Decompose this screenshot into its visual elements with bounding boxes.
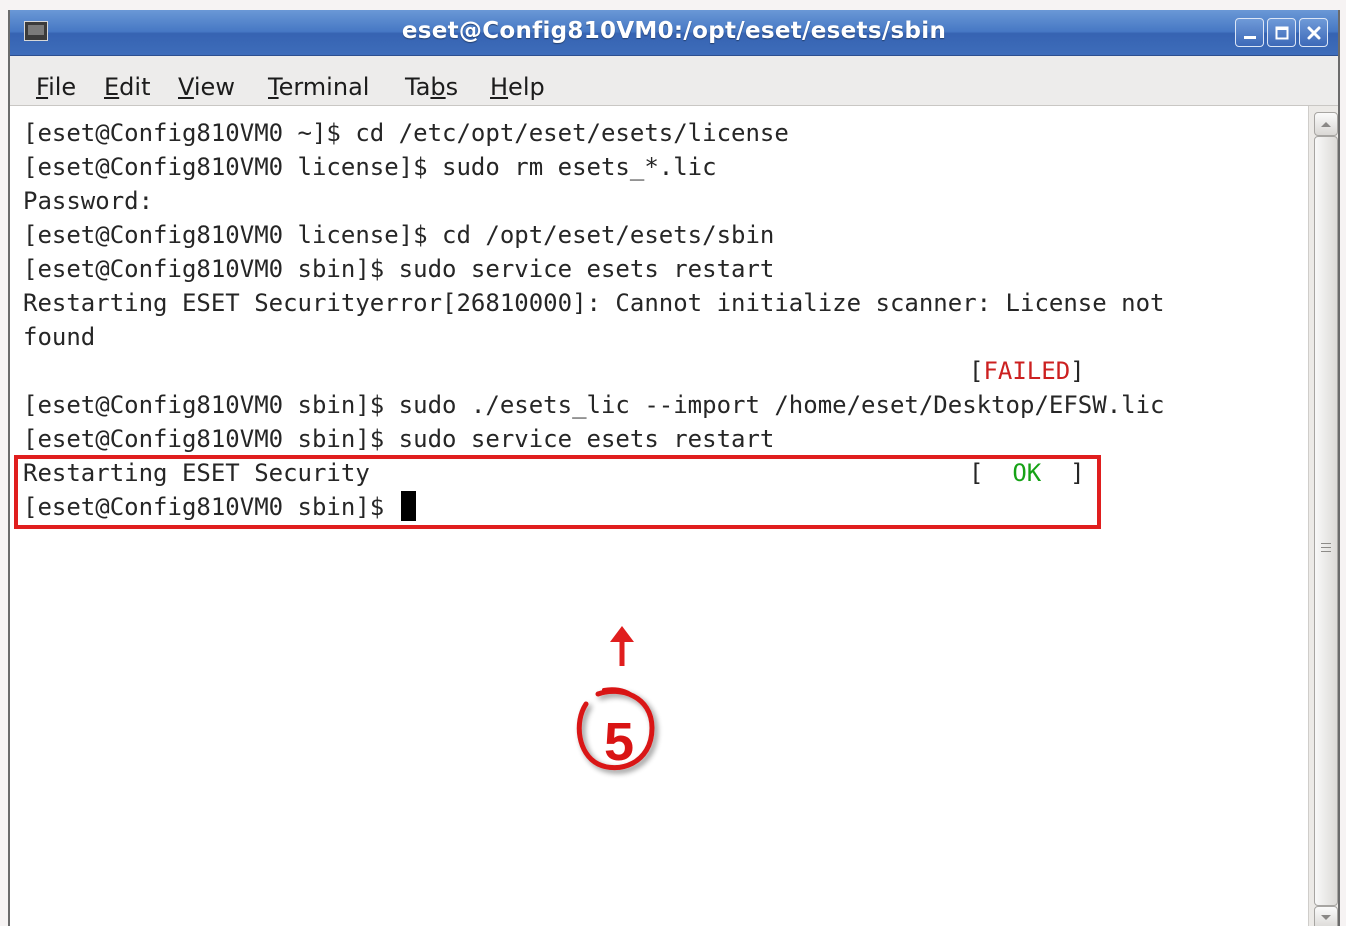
minimize-button[interactable] xyxy=(1235,18,1264,47)
terminal-line: [eset@Config810VM0 sbin]$ sudo service e… xyxy=(23,255,775,283)
scroll-up-button[interactable] xyxy=(1314,112,1338,136)
arrow-up-icon xyxy=(1321,122,1331,127)
menu-tabs[interactable]: Tabs xyxy=(405,72,458,102)
terminal-line: [eset@Config810VM0 license]$ cd /opt/ese… xyxy=(23,221,775,249)
terminal-prompt: [eset@Config810VM0 sbin]$ xyxy=(23,493,399,521)
status-ok-text: OK xyxy=(1012,459,1042,487)
status-bracket-open: [ xyxy=(969,459,1013,487)
grip-line xyxy=(1321,547,1331,548)
status-bracket-open: [ xyxy=(969,357,984,385)
maximize-button[interactable] xyxy=(1267,18,1296,47)
terminal-line: [eset@Config810VM0 ~]$ cd /etc/opt/eset/… xyxy=(23,119,789,147)
status-failed: [FAILED] xyxy=(969,354,1085,388)
terminal-line: Password: xyxy=(23,187,154,215)
step-arrow-icon xyxy=(576,626,655,771)
status-failed-text: FAILED xyxy=(983,357,1071,385)
close-icon xyxy=(1307,26,1320,39)
step-number: 5 xyxy=(603,712,635,772)
window-controls xyxy=(1235,18,1328,47)
vertical-scrollbar[interactable] xyxy=(1308,106,1338,926)
close-button[interactable] xyxy=(1299,18,1328,47)
terminal-line: [eset@Config810VM0 license]$ sudo rm ese… xyxy=(23,153,717,181)
scroll-down-button[interactable] xyxy=(1314,906,1338,926)
text-cursor xyxy=(400,491,416,521)
terminal-line: Restarting ESET Security xyxy=(23,459,370,487)
grip-line xyxy=(1321,551,1331,552)
minimize-icon xyxy=(1243,35,1256,39)
status-bracket-close: ] xyxy=(1041,459,1085,487)
menu-file[interactable]: File xyxy=(36,72,76,102)
terminal-line: [eset@Config810VM0 sbin]$ sudo service e… xyxy=(23,425,775,453)
menu-help[interactable]: Help xyxy=(490,72,545,102)
menu-edit[interactable]: Edit xyxy=(104,72,150,102)
terminal-line: Restarting ESET Securityerror[26810000]:… xyxy=(23,289,1165,317)
grip-line xyxy=(1321,543,1331,544)
status-ok: [ OK ] xyxy=(969,456,1085,490)
maximize-icon xyxy=(1275,26,1288,39)
scroll-thumb[interactable] xyxy=(1314,136,1338,906)
terminal-line: found xyxy=(23,323,96,351)
terminal-output[interactable]: [eset@Config810VM0 ~]$ cd /etc/opt/eset/… xyxy=(10,106,1308,926)
step-annotation: 5 xyxy=(560,626,670,796)
terminal-window: eset@Config810VM0:/opt/eset/esets/sbin F… xyxy=(8,10,1340,926)
menu-view[interactable]: View xyxy=(178,72,235,102)
menu-bar: File Edit View Terminal Tabs Help xyxy=(10,56,1338,106)
terminal-prompt-line: [eset@Config810VM0 sbin]$ xyxy=(23,490,416,524)
menu-terminal[interactable]: Terminal xyxy=(268,72,369,102)
terminal-line: [eset@Config810VM0 sbin]$ sudo ./esets_l… xyxy=(23,391,1165,419)
status-bracket-close: ] xyxy=(1070,357,1085,385)
arrow-down-icon xyxy=(1321,915,1331,920)
window-title: eset@Config810VM0:/opt/eset/esets/sbin xyxy=(401,18,947,44)
title-bar[interactable]: eset@Config810VM0:/opt/eset/esets/sbin xyxy=(10,10,1338,56)
